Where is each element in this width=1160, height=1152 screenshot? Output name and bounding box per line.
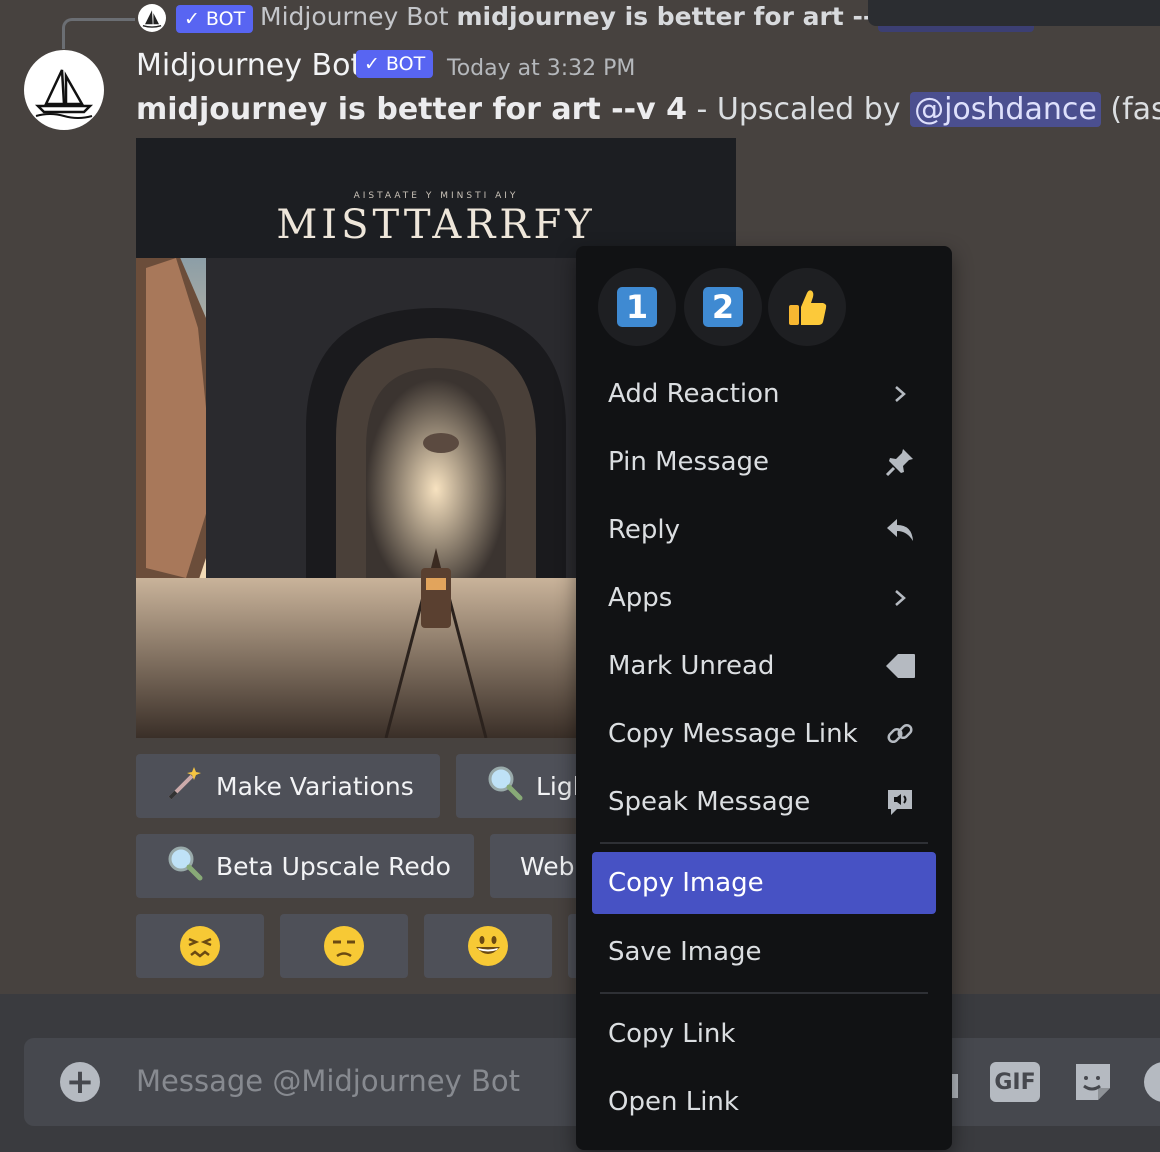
menu-item-speak-message[interactable]: Speak Message [592,771,936,833]
unamused-face-icon [324,926,364,966]
user-mention[interactable]: @joshdance [910,92,1101,127]
chevron-right-icon [884,378,916,410]
tired-face-icon [180,926,220,966]
magnifier-icon [166,844,204,888]
emoji-picker-icon[interactable] [1142,1060,1160,1108]
menu-divider [600,842,928,844]
menu-item-mark-unread[interactable]: Mark Unread [592,635,936,697]
quick-reaction-thumbs-up[interactable] [768,268,846,346]
keycap-one-icon: 1 [617,287,657,327]
verified-check-icon: ✓ [364,53,380,75]
message-content: midjourney is better for art --v 4 - Ups… [136,92,1160,127]
reply-spine [62,18,135,49]
username[interactable]: Midjourney Bot [136,48,362,83]
message-hover-toolbar[interactable] [868,0,1160,26]
bot-avatar[interactable] [24,50,104,130]
quick-reaction-1[interactable]: 1 [598,268,676,346]
magic-wand-icon [166,764,204,808]
grinning-face-icon [468,926,508,966]
verified-check-icon: ✓ [184,8,200,30]
mode-text: (fast) [1110,92,1160,127]
image-subtitle: AISTAATE Y MINSTI AIY [354,191,519,201]
menu-divider [600,992,928,994]
reply-preview[interactable]: Midjourney Bot midjourney is better for … [260,2,935,31]
rating-button-grinning[interactable] [424,914,552,978]
reply-bot-badge: ✓ BOT [176,5,254,33]
menu-item-reply[interactable]: Reply [592,499,936,561]
link-icon [884,718,916,750]
keycap-two-icon: 2 [703,287,743,327]
thumbs-up-icon [789,290,827,325]
menu-item-copy-link[interactable]: Copy Link [592,1003,936,1065]
pin-icon [884,446,916,478]
make-variations-button[interactable]: Make Variations [136,754,440,818]
chevron-right-icon [884,582,916,614]
reply-author: Midjourney Bot [260,2,449,31]
menu-item-copy-message-link[interactable]: Copy Message Link [592,703,936,765]
mark-unread-icon [884,650,916,682]
menu-item-add-reaction[interactable]: Add Reaction [592,363,936,425]
prompt-text: midjourney is better for art --v 4 [136,92,687,127]
message-timestamp: Today at 3:32 PM [447,56,636,81]
beta-upscale-redo-button[interactable]: Beta Upscale Redo [136,834,474,898]
sailboat-logo-icon [34,69,94,119]
add-attachment-button[interactable]: + [60,1062,100,1102]
rating-button-tired[interactable] [136,914,264,978]
menu-item-save-image[interactable]: Save Image [592,921,936,983]
image-title: MISTTARRFY [276,202,595,248]
speak-icon [884,786,916,818]
gif-button[interactable]: GIF [990,1062,1040,1102]
reply-icon [884,514,916,546]
quick-reaction-2[interactable]: 2 [684,268,762,346]
magnifier-icon [486,764,524,808]
light-upscale-redo-button[interactable]: Ligh [456,754,596,818]
menu-item-apps[interactable]: Apps [592,567,936,629]
menu-item-pin-message[interactable]: Pin Message [592,431,936,493]
context-menu: 1 2 Add Reaction Pin Message Reply Apps … [576,246,952,1150]
rating-button-unamused[interactable] [280,914,408,978]
menu-item-open-link[interactable]: Open Link [592,1071,936,1133]
reply-content: midjourney is better for art --v 4 - [456,2,935,31]
sticker-icon[interactable] [1072,1060,1114,1108]
message-input[interactable]: Message @Midjourney Bot [136,1064,520,1098]
plus-icon: + [65,1062,95,1102]
bot-badge: ✓ BOT [356,50,434,78]
reply-avatar[interactable] [138,4,166,32]
menu-item-copy-image[interactable]: Copy Image [592,852,936,914]
